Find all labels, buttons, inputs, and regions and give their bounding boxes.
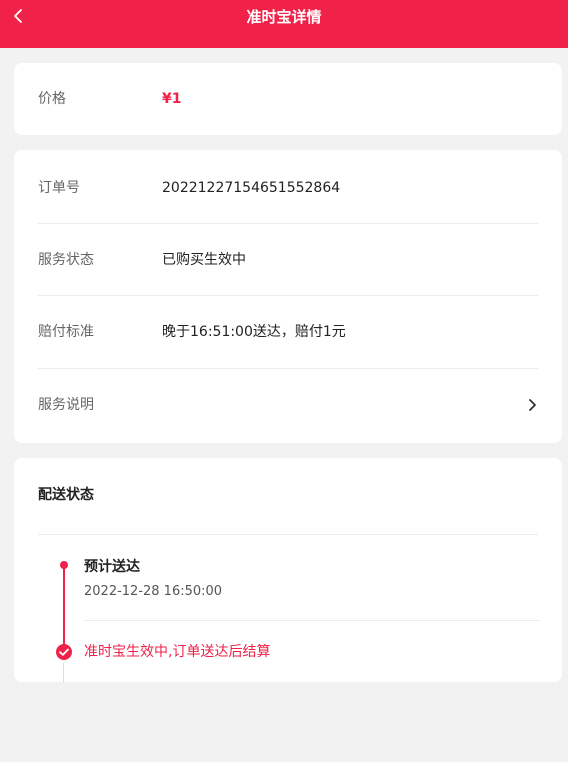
divider [38,534,538,535]
chevron-right-icon [529,399,536,411]
service-status-label: 服务状态 [38,252,94,268]
order-number-value: 20221227154651552864 [162,180,341,196]
order-info-card: 订单号 20221227154651552864 服务状态 已购买生效中 赔付标… [14,150,562,443]
price-value: ¥1 [162,91,182,107]
timeline-dot [60,561,68,569]
page-title: 准时宝详情 [246,8,322,26]
service-status-row: 服务状态 已购买生效中 [14,224,562,296]
delivery-status-card: 配送状态 预计送达 2022-12-28 16:50:00 准时宝生效中,订单送… [14,458,562,682]
step-time: 2022-12-28 16:50:00 [84,584,223,599]
header-bar: 准时宝详情 [0,0,568,48]
compensation-value: 晚于16:51:00送达，赔付1元 [162,324,346,340]
order-number-row: 订单号 20221227154651552864 [14,152,562,224]
delivery-status-title: 配送状态 [38,487,94,503]
timeline-line [63,663,64,682]
compensation-label: 赔付标准 [38,324,94,340]
service-description-label: 服务说明 [38,397,94,413]
compensation-row: 赔付标准 晚于16:51:00送达，赔付1元 [14,296,562,368]
check-circle-icon [56,644,72,660]
price-label: 价格 [38,91,66,107]
step-title: 预计送达 [84,559,140,575]
order-number-label: 订单号 [38,180,80,196]
timeline-line [63,566,65,651]
service-description-row[interactable]: 服务说明 [14,369,562,441]
divider [84,620,540,621]
price-row: 价格 ¥1 [14,63,562,135]
price-card: 价格 ¥1 [14,63,562,135]
step-status-text: 准时宝生效中,订单送达后结算 [84,644,271,660]
service-status-value: 已购买生效中 [162,252,246,268]
